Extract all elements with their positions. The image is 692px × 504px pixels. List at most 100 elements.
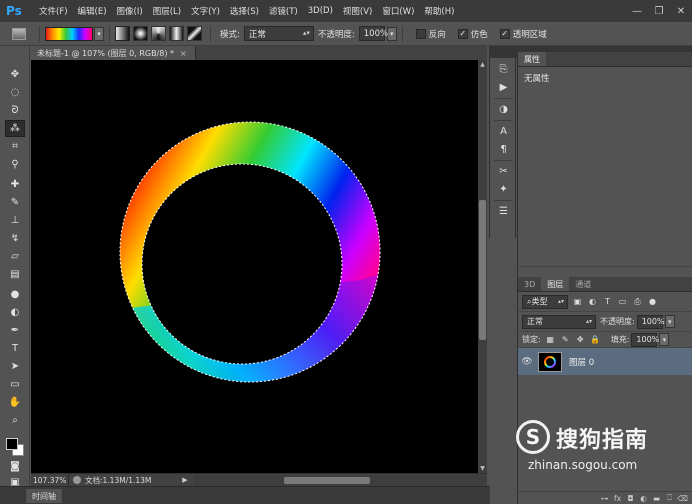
blur-tool-icon[interactable]: ●	[5, 286, 25, 303]
mode-select[interactable]: 正常 ▴▾	[243, 26, 314, 41]
paragraph-panel-icon[interactable]: ¶	[495, 142, 512, 157]
actions-panel-icon[interactable]: ▶	[495, 80, 512, 95]
link-layers-icon[interactable]: ⊶	[598, 494, 611, 503]
move-tool-icon[interactable]: ✥	[5, 66, 25, 83]
adjustment-filter-icon[interactable]: ◐	[587, 296, 598, 307]
diamond-gradient-button[interactable]	[187, 26, 202, 41]
menu-type[interactable]: 文字(Y)	[186, 5, 225, 17]
layer-mask-icon[interactable]: ◘	[624, 494, 637, 503]
adjustments-panel-icon[interactable]: ☰	[495, 204, 512, 219]
foreground-color-swatch[interactable]	[6, 438, 18, 450]
shape-filter-icon[interactable]: ▭	[617, 296, 628, 307]
path-selection-tool-icon[interactable]: ➤	[5, 358, 25, 375]
gradient-dropdown-arrow[interactable]: ▾	[94, 26, 104, 41]
dither-option[interactable]: ✓ 仿色	[457, 28, 492, 40]
transparency-option[interactable]: ✓ 透明区域	[499, 28, 551, 40]
menu-filter[interactable]: 滤镜(T)	[264, 5, 303, 17]
radial-gradient-button[interactable]	[133, 26, 148, 41]
tool-preset-picker[interactable]	[4, 24, 34, 44]
opacity-dropdown-arrow[interactable]: ▾	[386, 26, 397, 41]
reflected-gradient-button[interactable]	[169, 26, 184, 41]
close-icon[interactable]: ×	[180, 49, 187, 58]
menu-edit[interactable]: 编辑(E)	[73, 5, 112, 17]
dither-checkbox[interactable]: ✓	[457, 28, 468, 39]
zoom-level-field[interactable]: 107.37%	[31, 473, 69, 487]
history-brush-tool-icon[interactable]: ↯	[5, 230, 25, 247]
minimize-button[interactable]: —	[626, 0, 648, 22]
menu-select[interactable]: 选择(S)	[225, 5, 264, 17]
delete-layer-icon[interactable]: ⌫	[676, 494, 689, 503]
eye-icon[interactable]: 👁	[518, 357, 536, 367]
opacity-input[interactable]: 100%	[358, 26, 388, 41]
tab-properties[interactable]: 属性	[518, 52, 546, 66]
eyedropper-tool-icon[interactable]: ⚲	[5, 156, 25, 173]
tab-3d[interactable]: 3D	[518, 277, 541, 291]
tab-layers[interactable]: 图层	[541, 277, 570, 291]
fill-input[interactable]: 100%	[631, 332, 659, 347]
type-filter-icon[interactable]: T	[602, 296, 613, 307]
pixel-filter-icon[interactable]: ▣	[572, 296, 583, 307]
scroll-down-icon[interactable]: ▼	[478, 464, 487, 473]
horizontal-scrollbar[interactable]	[194, 474, 487, 486]
gradient-tool-icon[interactable]: ▤	[5, 266, 25, 283]
menu-help[interactable]: 帮助(H)	[419, 5, 459, 17]
pen-tool-icon[interactable]: ✒	[5, 322, 25, 339]
new-layer-icon[interactable]: ⎕	[663, 493, 676, 503]
lock-pixels-icon[interactable]: ✎	[560, 334, 571, 345]
shape-tool-icon[interactable]: ▭	[5, 376, 25, 393]
layer-filter-select[interactable]: ⌕ 类型 ▴▾	[522, 294, 568, 309]
menu-window[interactable]: 窗口(W)	[377, 5, 419, 17]
quick-mask-icon[interactable]: ◙	[5, 458, 25, 475]
close-button[interactable]: ✕	[670, 0, 692, 22]
timeline-tab[interactable]: 时间轴	[26, 489, 62, 503]
filter-toggle-icon[interactable]: ●	[647, 296, 658, 307]
layer-opacity-input[interactable]: 100%	[636, 314, 665, 329]
type-tool-icon[interactable]: T	[5, 340, 25, 357]
menu-view[interactable]: 视图(V)	[338, 5, 377, 17]
vertical-scrollbar[interactable]: ▲ ▼	[478, 60, 487, 473]
transparency-checkbox[interactable]: ✓	[499, 28, 510, 39]
reverse-option[interactable]: 反向	[415, 28, 450, 40]
adjustment-layer-icon[interactable]: ◐	[637, 494, 650, 503]
vertical-scroll-thumb[interactable]	[479, 200, 486, 340]
linear-gradient-button[interactable]	[115, 26, 130, 41]
history-panel-icon[interactable]: ⎘	[495, 62, 512, 77]
hand-tool-icon[interactable]: ✋	[5, 394, 25, 411]
smart-object-filter-icon[interactable]: ⎙	[632, 296, 643, 307]
marquee-tool-icon[interactable]: ◌	[5, 84, 25, 101]
tool-presets-icon[interactable]: ✂	[495, 164, 512, 179]
menu-file[interactable]: 文件(F)	[34, 5, 73, 17]
character-panel-icon[interactable]: A	[495, 124, 512, 139]
lasso-tool-icon[interactable]: ᘐ	[5, 102, 25, 119]
tab-channels[interactable]: 通道	[569, 277, 597, 291]
angle-gradient-button[interactable]	[151, 26, 166, 41]
lock-transparent-icon[interactable]: ▦	[545, 334, 556, 345]
gradient-picker[interactable]	[45, 26, 93, 41]
restore-button[interactable]: ❐	[648, 0, 670, 22]
menu-3d[interactable]: 3D(D)	[303, 6, 338, 16]
layer-opacity-arrow[interactable]: ▾	[664, 315, 675, 328]
brush-tool-icon[interactable]: ✎	[5, 194, 25, 211]
clone-stamp-tool-icon[interactable]: ⊥	[5, 212, 25, 229]
horizontal-scroll-thumb[interactable]	[284, 476, 370, 484]
canvas[interactable]	[31, 60, 478, 473]
status-info-icon[interactable]	[73, 476, 81, 484]
eraser-tool-icon[interactable]: ▱	[5, 248, 25, 265]
layer-row[interactable]: 👁 图层 0	[518, 348, 692, 375]
fill-arrow[interactable]: ▾	[659, 333, 670, 346]
new-group-icon[interactable]: ▬	[650, 494, 663, 503]
scroll-up-icon[interactable]: ▲	[478, 60, 487, 69]
magic-wand-tool-icon[interactable]: ⁂	[5, 120, 25, 137]
menu-image[interactable]: 图像(I)	[112, 5, 148, 17]
healing-brush-tool-icon[interactable]: ✚	[5, 176, 25, 193]
zoom-tool-icon[interactable]: ⌕	[5, 412, 25, 429]
document-tab[interactable]: 未标题-1 @ 107% (图层 0, RGB/8) * ×	[31, 46, 196, 60]
lock-position-icon[interactable]: ✥	[575, 334, 586, 345]
lock-all-icon[interactable]: 🔒	[590, 334, 601, 345]
status-menu-arrow[interactable]: ▶	[180, 476, 190, 484]
layer-style-icon[interactable]: fx	[611, 494, 624, 503]
menu-layer[interactable]: 图层(L)	[148, 5, 186, 17]
brush-presets-icon[interactable]: ✦	[495, 182, 512, 197]
reverse-checkbox[interactable]	[415, 28, 426, 39]
crop-tool-icon[interactable]: ⌗	[5, 138, 25, 155]
